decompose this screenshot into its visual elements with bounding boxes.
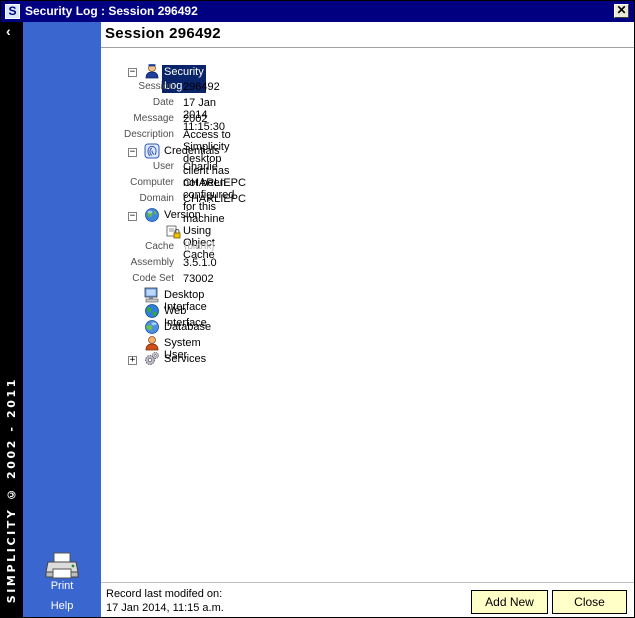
add-new-button[interactable]: Add New	[471, 590, 548, 614]
credentials-collapse-toggle[interactable]: −	[128, 148, 137, 157]
printer-icon	[45, 552, 79, 579]
user-icon	[145, 64, 159, 79]
header-divider	[101, 47, 634, 48]
prop-key: Domain	[139, 193, 174, 204]
window-close-button[interactable]: ✕	[614, 4, 629, 18]
prop-key: Assembly	[130, 257, 174, 268]
app-icon[interactable]: S	[5, 4, 20, 19]
gears-icon	[145, 352, 159, 365]
tree-node-version[interactable]: Version	[164, 209, 201, 221]
prop-key: Cache	[145, 241, 174, 252]
modified-timestamp: 17 Jan 2014, 11:15 a.m.	[106, 602, 224, 614]
sidebar: Print Help	[23, 22, 101, 617]
prop-key: Computer	[130, 177, 174, 188]
help-link[interactable]: Help	[23, 600, 101, 612]
brand-strip: ‹ SIMPLICITY © 2002 - 2011	[1, 22, 23, 617]
prop-value: 3.5.1.0	[183, 257, 217, 269]
modified-label: Record last modifed on:	[106, 588, 223, 600]
fingerprint-icon	[144, 143, 160, 159]
tree-node-credentials[interactable]: Credentials	[164, 145, 220, 157]
prop-key: Description	[123, 129, 174, 140]
prop-key: Date	[152, 97, 174, 108]
window-title: Security Log : Session 296492	[25, 4, 198, 18]
services-expand-toggle[interactable]: +	[128, 356, 137, 365]
tree-node-database[interactable]: Database	[164, 321, 211, 333]
security-log-collapse-toggle[interactable]: −	[128, 68, 137, 77]
print-label: Print	[50, 580, 74, 592]
prop-key: User	[152, 161, 174, 172]
prop-value: {blank}	[184, 241, 215, 252]
prop-key: Message	[133, 113, 174, 124]
prop-value: 73002	[183, 273, 214, 285]
security-log-window: S Security Log : Session 296492 ✕ ‹ SIMP…	[0, 0, 635, 618]
prop-value: Charlie	[183, 161, 218, 173]
footer-bar: Record last modifed on: 17 Jan 2014, 11:…	[101, 582, 634, 617]
record-modified-info: Record last modifed on: 17 Jan 2014, 11:…	[106, 587, 224, 615]
collapse-sidebar-button[interactable]: ‹	[6, 24, 11, 38]
prop-value: 296492	[183, 81, 220, 93]
prop-value: CHARLIEPC	[183, 177, 246, 189]
cache-lock-icon	[166, 225, 181, 239]
brand-text: SIMPLICITY © 2002 - 2011	[5, 376, 18, 603]
title-bar[interactable]: S Security Log : Session 296492 ✕	[1, 1, 634, 22]
prop-value: CHARLIEPC	[183, 193, 246, 205]
version-collapse-toggle[interactable]: −	[128, 212, 137, 221]
prop-key: Code Set	[132, 273, 174, 284]
print-button[interactable]: Print	[43, 552, 81, 593]
tree-node-services[interactable]: Services	[164, 353, 206, 365]
globe-icon	[145, 208, 159, 222]
system-user-icon	[145, 336, 159, 351]
database-icon	[145, 320, 159, 334]
close-button[interactable]: Close	[552, 590, 627, 614]
prop-value: 2002	[183, 113, 208, 125]
web-globe-icon	[145, 304, 159, 318]
prop-key: Session	[138, 81, 174, 92]
page-title: Session 296492	[105, 25, 221, 42]
desktop-icon	[144, 287, 159, 303]
